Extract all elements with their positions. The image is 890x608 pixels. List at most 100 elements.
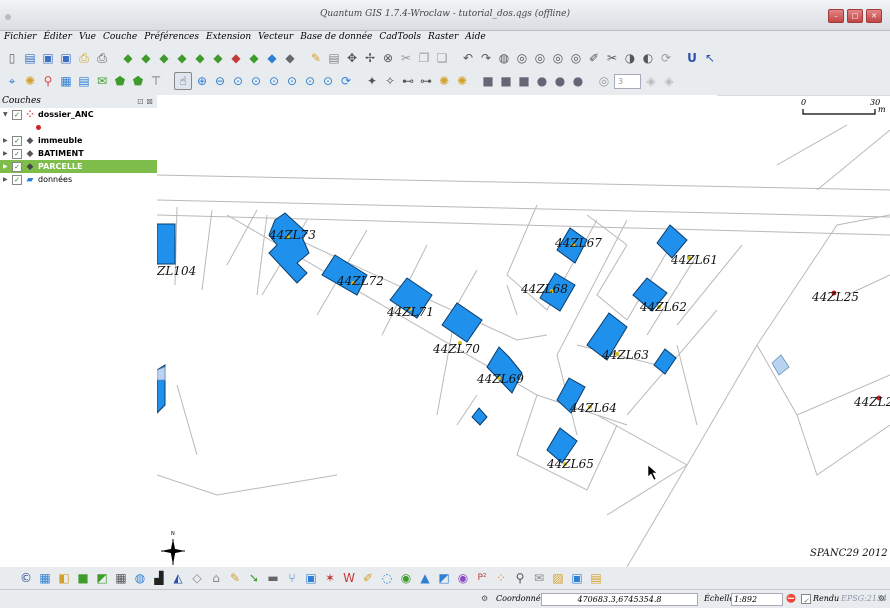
plugin-window-icon[interactable]: ▣: [569, 570, 585, 586]
add-wfs-icon[interactable]: ◆: [210, 50, 226, 66]
whats-this-icon[interactable]: ↖: [702, 50, 718, 66]
save-edits-icon[interactable]: ▤: [326, 50, 342, 66]
add-spatialite-icon[interactable]: ◆: [174, 50, 190, 66]
gray-square-3-icon[interactable]: ■: [516, 73, 532, 89]
save-project-icon[interactable]: ▣: [40, 50, 56, 66]
measure-area-icon[interactable]: ⊶: [418, 73, 434, 89]
north-plugin-icon[interactable]: ◭: [170, 570, 186, 586]
layer-checkbox[interactable]: ✓: [12, 161, 22, 172]
print-composer-icon[interactable]: ⎙: [76, 50, 92, 66]
plugin-search-icon[interactable]: ⚲: [512, 570, 528, 586]
minimize-icon[interactable]: –: [828, 9, 844, 23]
layer-group[interactable]: ▶ ✓ ▰ données: [0, 173, 157, 186]
plugin-globe-icon[interactable]: ◍: [132, 570, 148, 586]
plugin-circle-icon[interactable]: ◉: [455, 570, 471, 586]
add-wms-icon[interactable]: ◆: [192, 50, 208, 66]
add-raster-icon[interactable]: ◆: [138, 50, 154, 66]
select-tool-icon[interactable]: ✺: [22, 73, 38, 89]
zoom-last-icon[interactable]: ⊙: [302, 73, 318, 89]
plugin-house-icon[interactable]: ⌂: [208, 570, 224, 586]
layer-checkbox[interactable]: ✓: [12, 135, 22, 146]
plugin-table2-icon[interactable]: ◩: [94, 570, 110, 586]
plugin-layers-icon[interactable]: ◧: [56, 570, 72, 586]
copyright-plugin-icon[interactable]: ©: [18, 570, 34, 586]
new-spatialite-icon[interactable]: ◆: [246, 50, 262, 66]
scale-field[interactable]: 1:892: [731, 593, 783, 606]
measure-line-icon[interactable]: ⊷: [400, 73, 416, 89]
collapse-arrow-icon[interactable]: ▶: [3, 163, 9, 170]
undo-icon[interactable]: ↶: [460, 50, 476, 66]
plugin-bubble-icon[interactable]: ✉: [531, 570, 547, 586]
zoom-out-icon[interactable]: ⊖: [212, 73, 228, 89]
building-polygon[interactable]: [653, 348, 677, 375]
menu-extension[interactable]: Extension: [206, 30, 251, 45]
save-as-icon[interactable]: ▣: [58, 50, 74, 66]
gray-square-2-icon[interactable]: ■: [498, 73, 514, 89]
reshape-icon[interactable]: ✐: [586, 50, 602, 66]
measure-icon[interactable]: ⚲: [40, 73, 56, 89]
plugin-spiral-icon[interactable]: ◌: [379, 570, 395, 586]
remove-layer-icon[interactable]: ◆: [264, 50, 280, 66]
pan-tool-icon[interactable]: ☝: [174, 72, 192, 90]
collapse-arrow-icon[interactable]: ▶: [3, 150, 9, 157]
split-features-icon[interactable]: ✂: [604, 50, 620, 66]
plugin-table-icon[interactable]: ▦: [37, 570, 53, 586]
plugin-chart-icon[interactable]: ▟: [151, 570, 167, 586]
simplify-icon[interactable]: ◍: [496, 50, 512, 66]
move-feature-icon[interactable]: ✥: [344, 50, 360, 66]
plugin-img-icon[interactable]: ▨: [550, 570, 566, 586]
plugin-terminal-icon[interactable]: ▤: [588, 570, 604, 586]
gray-dot-3-icon[interactable]: ●: [570, 73, 586, 89]
zoom-full-icon[interactable]: ⊙: [230, 73, 246, 89]
layer-properties-icon[interactable]: ◆: [282, 50, 298, 66]
panel-close-icon[interactable]: ⊡ ⊠: [137, 95, 153, 108]
menu-cadtools[interactable]: CadTools: [379, 30, 421, 45]
rotate-point-icon[interactable]: ⟳: [658, 50, 674, 66]
merge-attributes-icon[interactable]: ◐: [640, 50, 656, 66]
plugin-map-icon[interactable]: ◉: [398, 570, 414, 586]
building-polygon[interactable]: [471, 407, 488, 426]
text-annotation-icon[interactable]: ⊤: [148, 73, 164, 89]
tool-icon-faded-2[interactable]: ◈: [661, 73, 677, 89]
delete-selected-icon[interactable]: ⊗: [380, 50, 396, 66]
plugin-pencil2-icon[interactable]: ✐: [360, 570, 376, 586]
open-project-icon[interactable]: ▤: [22, 50, 38, 66]
collapse-arrow-icon[interactable]: ▶: [3, 137, 9, 144]
bookmark-icon[interactable]: ⬟: [130, 73, 146, 89]
layer-checkbox[interactable]: ✓: [12, 174, 22, 185]
map-tips-icon[interactable]: ⬟: [112, 73, 128, 89]
new-project-icon[interactable]: ▯: [4, 50, 20, 66]
print-icon[interactable]: ⎙: [94, 50, 110, 66]
plugin-grid-icon[interactable]: ▦: [113, 570, 129, 586]
gray-dot-icon[interactable]: ●: [534, 73, 550, 89]
add-postgis-icon[interactable]: ◆: [156, 50, 172, 66]
attribute-table-icon[interactable]: ▦: [58, 73, 74, 89]
building-polygon[interactable]: [486, 346, 523, 394]
menu-base-de-donnee[interactable]: Base de donnée: [300, 30, 372, 45]
add-ring-icon[interactable]: ◎: [514, 50, 530, 66]
deselect-icon[interactable]: ✧: [382, 73, 398, 89]
plugin-line-icon[interactable]: ▬: [265, 570, 281, 586]
zoom-next-icon[interactable]: ⊙: [320, 73, 336, 89]
menu-vecteur[interactable]: Vecteur: [258, 30, 293, 45]
menu-aide[interactable]: Aide: [465, 30, 485, 45]
plugin-shield-icon[interactable]: ◇: [189, 570, 205, 586]
plugin-p2-icon[interactable]: P²: [474, 570, 490, 586]
plugin-pencil-icon[interactable]: ✎: [227, 570, 243, 586]
rotation-icon[interactable]: ◎: [596, 73, 612, 89]
menu-couche[interactable]: Couche: [103, 30, 137, 45]
plugin-dots-icon[interactable]: ⁘: [493, 570, 509, 586]
identify-icon[interactable]: ✦: [364, 73, 380, 89]
plugin-square-icon[interactable]: ◩: [436, 570, 452, 586]
expand-arrow-icon[interactable]: ▼: [3, 111, 9, 118]
cut-features-icon[interactable]: ✂: [398, 50, 414, 66]
menu-fichier[interactable]: Fichier: [4, 30, 36, 45]
add-part-icon[interactable]: ◎: [532, 50, 548, 66]
crs-icon[interactable]: ⚙: [878, 593, 885, 605]
annotation-icon[interactable]: ✉: [94, 73, 110, 89]
tips-icon[interactable]: ✺: [436, 73, 452, 89]
layer-checkbox[interactable]: ✓: [12, 109, 22, 120]
zoom-selection-icon[interactable]: ⊙: [248, 73, 264, 89]
stop-render-icon[interactable]: ⛔: [786, 593, 796, 605]
toggle-editing-icon[interactable]: ✎: [308, 50, 324, 66]
